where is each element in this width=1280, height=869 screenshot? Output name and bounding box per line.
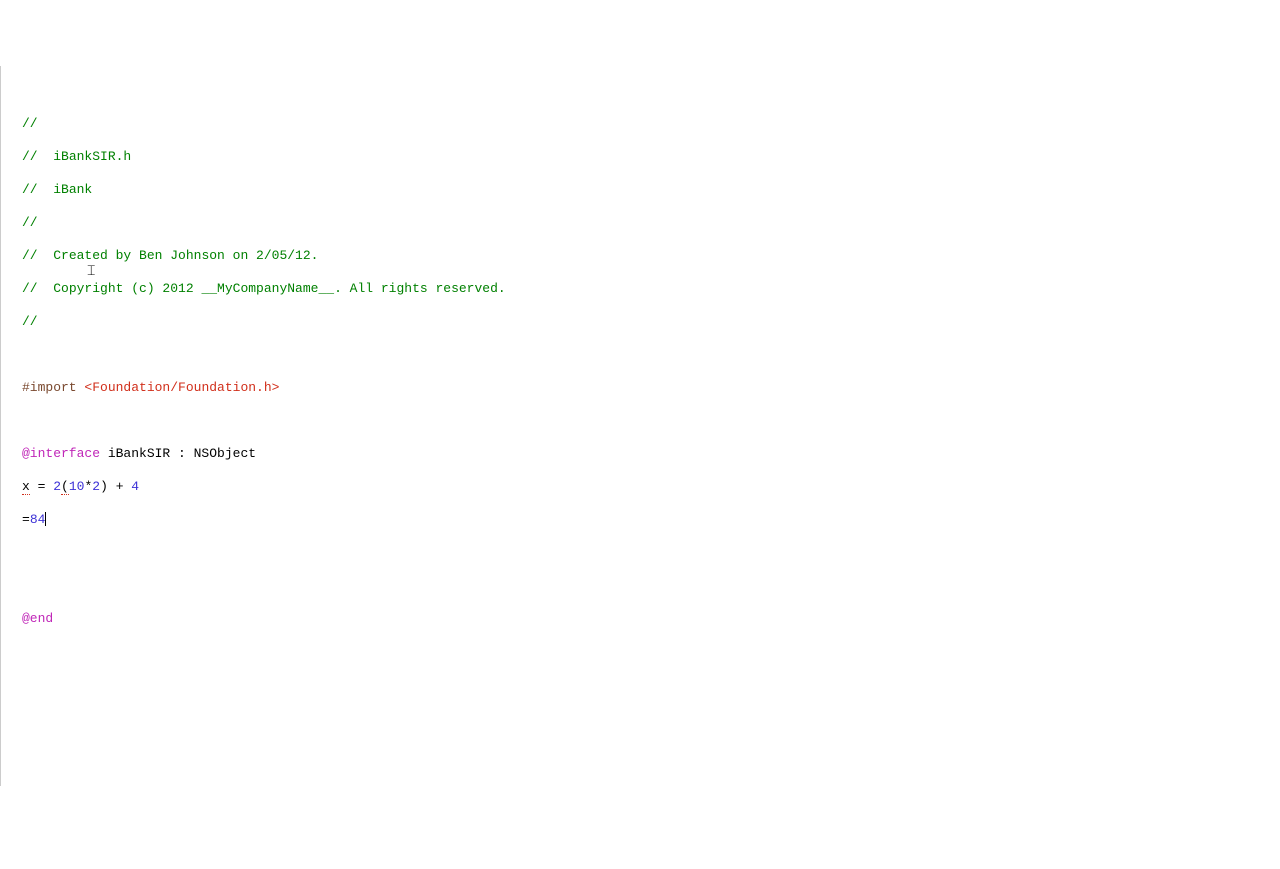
comment-text: // Created by Ben Johnson on 2/05/12.	[22, 248, 318, 263]
number-literal: 2	[92, 479, 100, 494]
comment-text: //	[22, 314, 38, 329]
author-text: Created by Ben Johnson on 2/05/12.	[53, 248, 318, 263]
code-line[interactable]: // Created by Ben Johnson on 2/05/12.	[22, 248, 1280, 265]
operator-plus: +	[108, 479, 131, 494]
operator-equals: =	[22, 512, 30, 527]
number-literal: 84	[30, 512, 46, 527]
comment-prefix: //	[22, 281, 53, 296]
number-literal: 4	[131, 479, 139, 494]
code-line[interactable]: =84	[22, 512, 1280, 529]
filename-text: iBankSIR.h	[53, 149, 131, 164]
interface-keyword: @interface	[22, 446, 100, 461]
number-literal: 2	[53, 479, 61, 494]
import-directive: #import	[22, 380, 84, 395]
comment-prefix: //	[22, 182, 53, 197]
project-text: iBank	[53, 182, 92, 197]
comment-text: //	[22, 116, 38, 131]
operator-equals: =	[30, 479, 53, 494]
paren-open: (	[61, 479, 69, 495]
comment-text: // iBank	[22, 182, 92, 197]
import-path: <Foundation/Foundation.h>	[84, 380, 279, 395]
code-line[interactable]: //	[22, 314, 1280, 331]
code-line[interactable]: // iBank	[22, 182, 1280, 199]
comment-text: //	[22, 215, 38, 230]
number-literal: 10	[69, 479, 85, 494]
code-line[interactable]: // iBankSIR.h	[22, 149, 1280, 166]
comment-text: // Copyright (c) 2012 __MyCompanyName__.…	[22, 281, 506, 296]
class-declaration: iBankSIR : NSObject	[100, 446, 256, 461]
code-content[interactable]: // // iBankSIR.h // iBank // // Created …	[1, 99, 1280, 660]
blank-line[interactable]	[22, 545, 1280, 562]
code-line[interactable]: //	[22, 215, 1280, 232]
code-line[interactable]: // Copyright (c) 2012 __MyCompanyName__.…	[22, 281, 1280, 298]
code-line[interactable]: @interface iBankSIR : NSObject	[22, 446, 1280, 463]
blank-line[interactable]	[22, 413, 1280, 430]
comment-text: // iBankSIR.h	[22, 149, 131, 164]
variable-x: x	[22, 479, 30, 495]
code-line[interactable]: //	[22, 116, 1280, 133]
code-line[interactable]: #import <Foundation/Foundation.h>	[22, 380, 1280, 397]
comment-prefix: //	[22, 248, 53, 263]
text-cursor	[45, 512, 46, 526]
blank-line[interactable]	[22, 347, 1280, 364]
blank-line[interactable]	[22, 578, 1280, 595]
copyright-text: Copyright (c) 2012 __MyCompanyName__. Al…	[53, 281, 505, 296]
code-line[interactable]: @end	[22, 611, 1280, 628]
comment-prefix: //	[22, 149, 53, 164]
code-line[interactable]: x = 2(10*2) + 4	[22, 479, 1280, 496]
code-editor[interactable]: // // iBankSIR.h // iBank // // Created …	[0, 66, 1280, 786]
paren-close: )	[100, 479, 108, 494]
end-keyword: @end	[22, 611, 53, 626]
